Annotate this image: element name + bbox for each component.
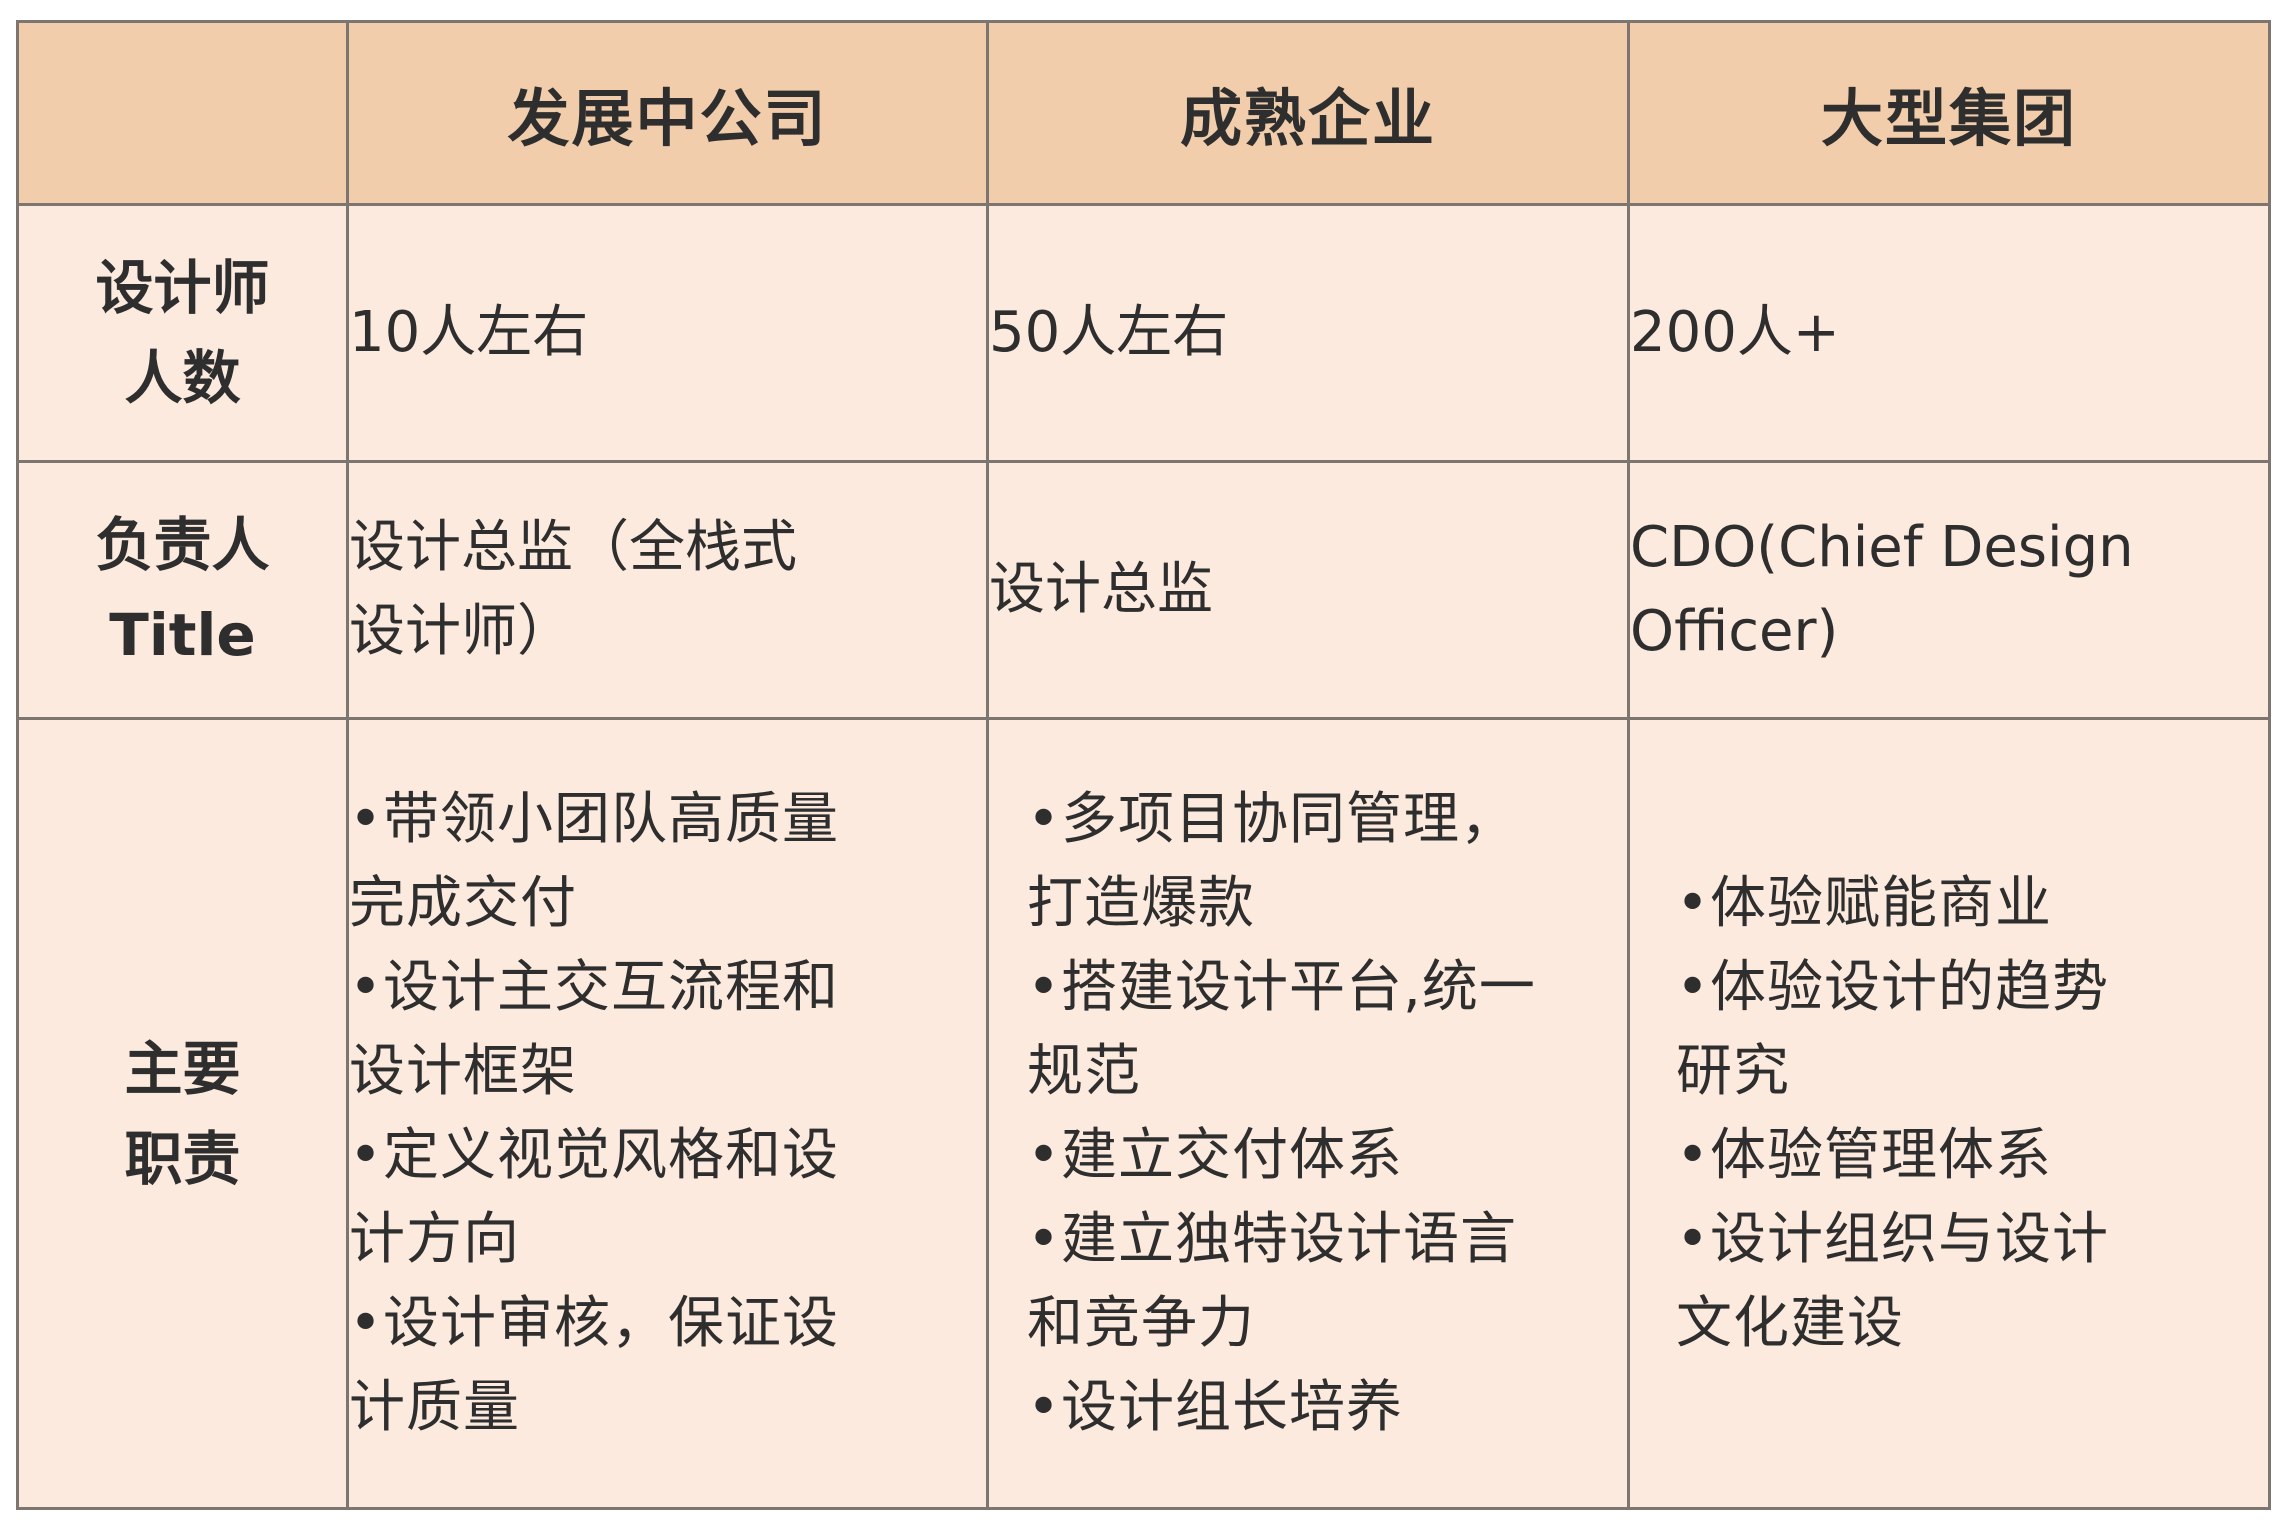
row-label-line: 人数 <box>124 344 241 413</box>
cell-count-mature: 50人左右 <box>986 202 1630 464</box>
duty-line: 和竞争力 <box>1027 1290 1255 1356</box>
duty-line: •设计审核，保证设 <box>349 1290 840 1356</box>
duty-line: •体验管理体系 <box>1676 1122 2053 1188</box>
row-label-line: 设计师 <box>95 254 270 323</box>
row-leader-title: 负责人 Title 设计总监（全栈式 设计师） 设计总监 CDO(Chief D… <box>16 460 2271 721</box>
design-team-comparison-table: 发展中公司 成熟企业 大型集团 设计师 人数 10人左右 50人左右 200人+… <box>16 20 2271 1510</box>
cell-line: Officer) <box>1630 599 1839 665</box>
duty-line: •带领小团队高质量 <box>349 786 840 852</box>
duty-line: •多项目协同管理， <box>1027 786 1518 852</box>
duty-line: •体验设计的趋势 <box>1676 954 2110 1020</box>
duty-line: •建立交付体系 <box>1027 1122 1404 1188</box>
cell-duties-developing: •带领小团队高质量 完成交付 •设计主交互流程和 设计框架 •定义视觉风格和设 … <box>346 717 989 1510</box>
header-mature-enterprise: 成熟企业 <box>986 20 1630 206</box>
duty-line: •定义视觉风格和设 <box>349 1122 840 1188</box>
duty-line: •设计组长培养 <box>1027 1374 1404 1440</box>
duty-line: •体验赋能商业 <box>1676 870 2053 936</box>
duty-line: 完成交付 <box>349 870 577 936</box>
header-corner-cell <box>16 20 349 206</box>
cell-title-mature: 设计总监 <box>986 460 1630 721</box>
row-label-main-duties: 主要 职责 <box>16 717 349 1510</box>
row-label-line: Title <box>109 601 256 670</box>
duty-line: 文化建设 <box>1676 1290 1904 1356</box>
duty-line: •建立独特设计语言 <box>1027 1206 1518 1272</box>
duty-line: •搭建设计平台,统一 <box>1027 954 1536 1020</box>
row-label-leader-title: 负责人 Title <box>16 460 349 721</box>
cell-title-developing: 设计总监（全栈式 设计师） <box>346 460 989 721</box>
duty-line: 打造爆款 <box>1027 870 1255 936</box>
duty-line: 计方向 <box>349 1206 520 1272</box>
row-label-line: 负责人 <box>95 511 270 580</box>
cell-count-developing: 10人左右 <box>346 202 989 464</box>
header-large-group: 大型集团 <box>1627 20 2271 206</box>
cell-line: 设计总监 <box>989 557 1213 623</box>
duty-line: •设计主交互流程和 <box>349 954 840 1020</box>
duty-line: 规范 <box>1027 1038 1141 1104</box>
row-label-line: 职责 <box>124 1124 241 1193</box>
duty-line: •设计组织与设计 <box>1676 1206 2110 1272</box>
duty-line: 研究 <box>1676 1038 1790 1104</box>
cell-duties-mature: •多项目协同管理， 打造爆款 •搭建设计平台,统一 规范 •建立交付体系 •建立… <box>986 717 1630 1510</box>
cell-line: 设计师） <box>349 599 573 665</box>
row-designer-count: 设计师 人数 10人左右 50人左右 200人+ <box>16 202 2271 464</box>
row-main-duties: 主要 职责 •带领小团队高质量 完成交付 •设计主交互流程和 设计框架 •定义视… <box>16 717 2271 1510</box>
header-row: 发展中公司 成熟企业 大型集团 <box>16 20 2271 206</box>
duty-line: 设计框架 <box>349 1038 577 1104</box>
comparison-table-canvas: 发展中公司 成熟企业 大型集团 设计师 人数 10人左右 50人左右 200人+… <box>0 0 2284 1526</box>
cell-count-group: 200人+ <box>1627 202 2271 464</box>
cell-duties-group: •体验赋能商业 •体验设计的趋势 研究 •体验管理体系 •设计组织与设计 文化建… <box>1627 717 2271 1510</box>
duty-line: 计质量 <box>349 1374 520 1440</box>
row-label-designer-count: 设计师 人数 <box>16 202 349 464</box>
cell-title-group: CDO(Chief Design Officer) <box>1627 460 2271 721</box>
header-developing-company: 发展中公司 <box>346 20 989 206</box>
cell-line: CDO(Chief Design <box>1630 515 2134 581</box>
cell-line: 设计总监（全栈式 <box>349 515 797 581</box>
row-label-line: 主要 <box>124 1034 241 1103</box>
